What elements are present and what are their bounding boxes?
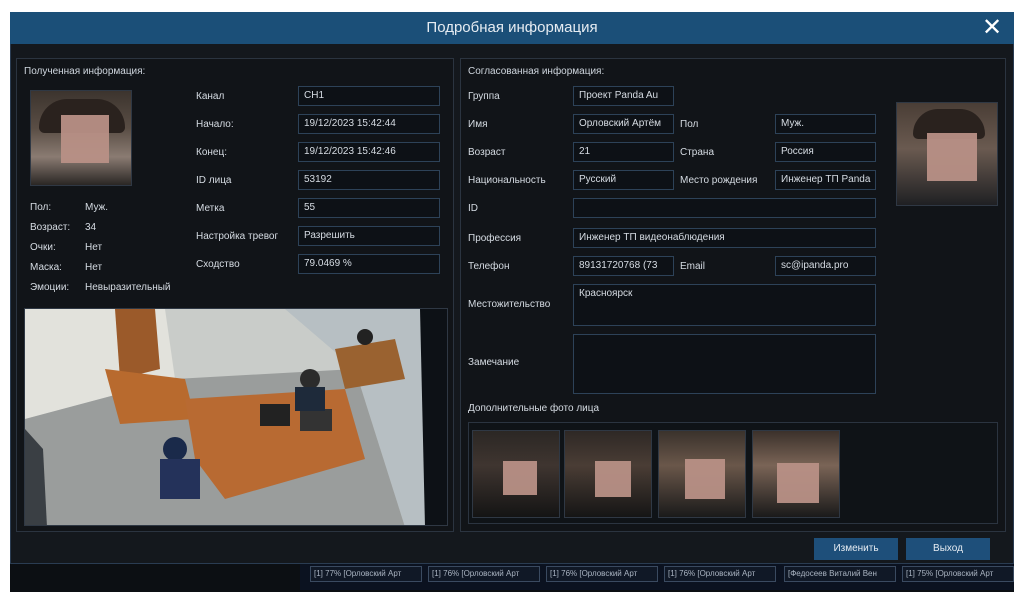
attr-sex-value: Муж. bbox=[85, 202, 109, 213]
channel-label: Канал bbox=[196, 91, 225, 102]
email-label: Email bbox=[680, 261, 706, 272]
similarity-label: Сходство bbox=[196, 259, 240, 270]
id-label: ID bbox=[468, 203, 478, 214]
captured-face-photo bbox=[30, 90, 132, 186]
similarity-field[interactable]: 79.0469 % bbox=[298, 254, 440, 274]
note-field[interactable] bbox=[573, 334, 876, 394]
extra-face-photo-1[interactable] bbox=[472, 430, 560, 518]
attr-age-label: Возраст: bbox=[30, 222, 71, 233]
profession-field[interactable]: Инженер ТП видеонаблюдения bbox=[573, 228, 876, 248]
extra-photos-label: Дополнительные фото лица bbox=[468, 403, 600, 414]
phone-label: Телефон bbox=[468, 261, 510, 272]
note-label: Замечание bbox=[468, 357, 520, 368]
attr-mask-value: Нет bbox=[85, 262, 103, 273]
start-label: Начало: bbox=[196, 119, 234, 130]
scene-illustration bbox=[25, 309, 447, 525]
residence-label: Местожительство bbox=[468, 299, 551, 310]
attr-age-value: 34 bbox=[85, 222, 97, 233]
country-label: Страна bbox=[680, 147, 715, 158]
attr-glasses-label: Очки: bbox=[30, 242, 56, 253]
face-blur bbox=[503, 461, 537, 495]
country-field[interactable]: Россия bbox=[775, 142, 876, 162]
matched-info-heading: Согласованная информация: bbox=[468, 66, 605, 77]
start-field[interactable]: 19/12/2023 15:42:44 bbox=[298, 114, 440, 134]
attr-sex-label: Пол: bbox=[30, 202, 52, 213]
face-blur bbox=[61, 115, 109, 163]
age-field[interactable]: 21 bbox=[573, 142, 674, 162]
extra-face-photo-3[interactable] bbox=[658, 430, 746, 518]
dialog-title: Подробная информация bbox=[426, 19, 598, 36]
matched-face-photo bbox=[896, 102, 998, 206]
status-chip[interactable]: [1] 76% [Орловский Арт bbox=[664, 566, 776, 582]
phone-field[interactable]: 89131720768 (73 bbox=[573, 256, 674, 276]
scene-snapshot bbox=[24, 308, 448, 526]
nationality-field[interactable]: Русский bbox=[573, 170, 674, 190]
status-chip[interactable]: [1] 75% [Орловский Арт bbox=[902, 566, 1014, 582]
exit-button[interactable]: Выход bbox=[906, 538, 990, 560]
attr-emotion-value: Невыразительный bbox=[85, 282, 171, 293]
status-chip[interactable]: [1] 76% [Орловский Арт bbox=[546, 566, 658, 582]
name-label: Имя bbox=[468, 119, 488, 130]
end-label: Конец: bbox=[196, 147, 227, 158]
attr-glasses-value: Нет bbox=[85, 242, 103, 253]
residence-field[interactable]: Красноярск bbox=[573, 284, 876, 326]
alarm-setting-label: Настройка тревог bbox=[196, 231, 279, 242]
face-id-label: ID лица bbox=[196, 175, 232, 186]
tag-field[interactable]: 55 bbox=[298, 198, 440, 218]
nationality-label: Национальность bbox=[468, 175, 546, 186]
birthplace-label: Место рождения bbox=[680, 175, 758, 186]
id-field[interactable] bbox=[573, 198, 876, 218]
face-blur bbox=[685, 459, 725, 499]
status-chip[interactable]: [Федосеев Виталий Вен bbox=[784, 566, 896, 582]
status-chip[interactable]: [1] 76% [Орловский Арт bbox=[428, 566, 540, 582]
tag-label: Метка bbox=[196, 203, 225, 214]
email-field[interactable]: sc@ipanda.pro bbox=[775, 256, 876, 276]
end-field[interactable]: 19/12/2023 15:42:46 bbox=[298, 142, 440, 162]
group-field[interactable]: Проект Panda Au bbox=[573, 86, 674, 106]
face-blur bbox=[927, 133, 977, 181]
received-info-heading: Полученная информация: bbox=[24, 66, 146, 77]
channel-field[interactable]: CH1 bbox=[298, 86, 440, 106]
birthplace-field[interactable]: Инженер ТП Panda bbox=[775, 170, 876, 190]
age-label: Возраст bbox=[468, 147, 506, 158]
status-chip[interactable]: [1] 77% [Орловский Арт bbox=[310, 566, 422, 582]
sex-label: Пол bbox=[680, 119, 699, 130]
face-blur bbox=[777, 463, 819, 503]
extra-face-photo-4[interactable] bbox=[752, 430, 840, 518]
attr-mask-label: Маска: bbox=[30, 262, 62, 273]
name-field[interactable]: Орловский Артём bbox=[573, 114, 674, 134]
group-label: Группа bbox=[468, 91, 500, 102]
extra-face-photo-2[interactable] bbox=[564, 430, 652, 518]
face-blur bbox=[595, 461, 631, 497]
sex-field[interactable]: Муж. bbox=[775, 114, 876, 134]
close-icon[interactable]: ✕ bbox=[978, 14, 1006, 42]
attr-emotion-label: Эмоции: bbox=[30, 282, 70, 293]
alarm-setting-field[interactable]: Разрешить bbox=[298, 226, 440, 246]
profession-label: Профессия bbox=[468, 233, 522, 244]
edit-button[interactable]: Изменить bbox=[814, 538, 898, 560]
face-id-field[interactable]: 53192 bbox=[298, 170, 440, 190]
